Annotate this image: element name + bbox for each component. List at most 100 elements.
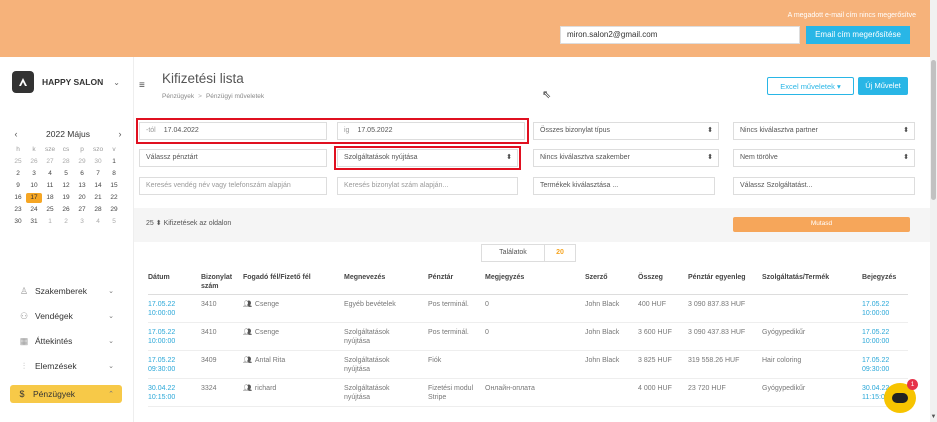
calendar-day[interactable]: 25 [42,205,58,215]
chevron-down-icon[interactable]: ⌄ [113,78,120,87]
table-row[interactable]: 17.05.22 09:30:00 3409 👥︎ Antal Rita Szolgál… [148,351,908,379]
calendar-day[interactable]: 30 [10,217,26,227]
calendar-day[interactable]: 2 [10,169,26,179]
services-select[interactable]: Válassz Szolgáltatást... [733,177,915,195]
table-cell[interactable]: 17.05.22 10:00:00 [148,300,186,318]
calendar-day[interactable]: 24 [26,205,42,215]
calendar-day[interactable]: 3 [26,169,42,179]
column-header[interactable]: Bizonylat szám [201,273,235,291]
cashbox-select[interactable]: Válassz pénztárt [139,149,327,167]
page-scrollbar[interactable]: ▼ [930,0,937,422]
calendar-day[interactable]: 3 [74,217,90,227]
calendar-day[interactable]: 25 [10,157,26,167]
deleted-select[interactable]: Nem törölve ⬍ [733,149,915,167]
hamburger-icon[interactable]: ≡ [139,80,145,91]
per-page-select[interactable]: 25 ⬍ Kifizetések az oldalon [146,219,231,227]
calendar-day[interactable]: 9 [10,181,26,191]
calendar-day[interactable]: 6 [74,169,90,179]
table-cell: 4 000 HUF [638,385,672,392]
sidebar-item-2[interactable]: ⚇ Vendégek ⌄ [18,308,122,324]
scrollbar-thumb[interactable] [931,60,936,200]
calendar-day[interactable]: 30 [90,157,106,167]
calendar-day[interactable]: 18 [42,193,58,203]
receipt-search-input[interactable]: Keresés bizonylat szám alapján... [337,177,518,195]
chevron-down-icon[interactable]: ⌄ [108,312,114,320]
sidebar-item-1[interactable]: ♙ Szakemberek ⌄ [18,283,122,299]
sidebar-item-3[interactable]: ▦ Áttekintés ⌄ [18,333,122,349]
table-cell[interactable]: 30.04.22 10:15:00 [148,384,186,402]
calendar-day[interactable]: 26 [26,157,42,167]
calendar-day[interactable]: 14 [90,181,106,191]
column-header[interactable]: Megnevezés [344,273,385,282]
table-row[interactable]: 17.05.22 10:00:00 3410 👥︎ Csenge Egyéb bevét… [148,295,908,323]
brand-switcher[interactable]: HAPPY SALON ⌄ [12,71,120,93]
calendar-day[interactable]: 26 [58,205,74,215]
calendar-day[interactable]: 19 [58,193,74,203]
chevron-up-icon[interactable]: ⌃ [108,390,114,398]
calendar-day[interactable]: 29 [106,205,122,215]
breadcrumb-item[interactable]: Pénzügyek [162,93,194,100]
calendar-day[interactable]: 10 [26,181,42,191]
new-operation-button[interactable]: Új Művelet [858,77,908,95]
show-button[interactable]: Mutasd [733,217,910,232]
calendar-day[interactable]: 28 [90,205,106,215]
weekday-label: v [112,146,116,153]
table-cell[interactable]: 17.05.22 09:30:00 [862,356,900,374]
products-select[interactable]: Termékek kiválasztása ... [533,177,715,195]
calendar-day[interactable]: 1 [106,157,122,167]
prev-month-icon[interactable]: ‹ [10,129,22,139]
chevron-down-icon[interactable]: ⌄ [108,362,114,370]
calendar-day[interactable]: 21 [90,193,106,203]
guest-search-input[interactable]: Keresés vendég név vagy telefonszám alap… [139,177,327,195]
table-cell[interactable]: 17.05.22 09:30:00 [148,356,186,374]
table-cell[interactable]: 17.05.22 10:00:00 [862,328,900,346]
calendar-day[interactable]: 22 [106,193,122,203]
calendar-day[interactable]: 23 [10,205,26,215]
calendar-day[interactable]: 11 [42,181,58,191]
calendar-day[interactable]: 2 [58,217,74,227]
calendar-day[interactable]: 13 [74,181,90,191]
excel-actions-button[interactable]: Excel műveletek ▾ [767,77,854,95]
table-row[interactable]: 30.04.22 10:15:00 3324 👥︎ richard Szolgáltat… [148,379,908,407]
calendar-day[interactable]: 1 [42,217,58,227]
specialist-select[interactable]: Nincs kiválasztva szakember ⬍ [533,149,719,167]
calendar-day[interactable]: 8 [106,169,122,179]
calendar-day[interactable]: 27 [74,205,90,215]
calendar-day[interactable]: 28 [58,157,74,167]
calendar-day[interactable]: 4 [42,169,58,179]
column-header[interactable]: Pénztár [428,273,453,282]
column-header[interactable]: Szolgáltatás/Termék [762,273,829,282]
verify-email-button[interactable]: Email cím megerősítése [806,26,910,44]
next-month-icon[interactable]: › [114,129,126,139]
calendar-day[interactable]: 16 [10,193,26,203]
calendar-day[interactable]: 7 [90,169,106,179]
column-header[interactable]: Megjegyzés [485,273,524,282]
column-header[interactable]: Bejegyzés [862,273,896,282]
column-header[interactable]: Szerző [585,273,608,282]
table-row[interactable]: 17.05.22 10:00:00 3410 👥︎ Csenge Szolgáltatá… [148,323,908,351]
calendar-day[interactable]: 20 [74,193,90,203]
chevron-down-icon[interactable]: ⌄ [108,287,114,295]
calendar-day[interactable]: 27 [42,157,58,167]
email-field[interactable]: miron.salon2@gmail.com [560,26,800,44]
sidebar-item-4[interactable]: ⫶ Elemzések ⌄ [18,358,122,374]
chevron-down-icon[interactable]: ⌄ [108,337,114,345]
sidebar-item-5[interactable]: $ Pénzügyek ⌃ [10,385,122,403]
calendar-day[interactable]: 29 [74,157,90,167]
calendar-day[interactable]: 31 [26,217,42,227]
calendar-day[interactable]: 4 [90,217,106,227]
calendar-day-today[interactable]: 17 [26,193,42,203]
column-header[interactable]: Pénztár egyenleg [688,273,746,282]
calendar-day[interactable]: 12 [58,181,74,191]
calendar-day[interactable]: 5 [58,169,74,179]
table-cell[interactable]: 17.05.22 10:00:00 [148,328,186,346]
scroll-down-arrow-icon[interactable]: ▼ [930,414,937,420]
partner-select[interactable]: Nincs kiválasztva partner ⬍ [733,122,915,140]
doc-type-select[interactable]: Összes bizonylat típus ⬍ [533,122,719,140]
calendar-day[interactable]: 15 [106,181,122,191]
column-header[interactable]: Fogadó fél/Fizető fél [243,273,311,282]
table-cell[interactable]: 17.05.22 10:00:00 [862,300,900,318]
calendar-day[interactable]: 5 [106,217,122,227]
column-header[interactable]: Dátum [148,273,170,282]
column-header[interactable]: Összeg [638,273,663,282]
